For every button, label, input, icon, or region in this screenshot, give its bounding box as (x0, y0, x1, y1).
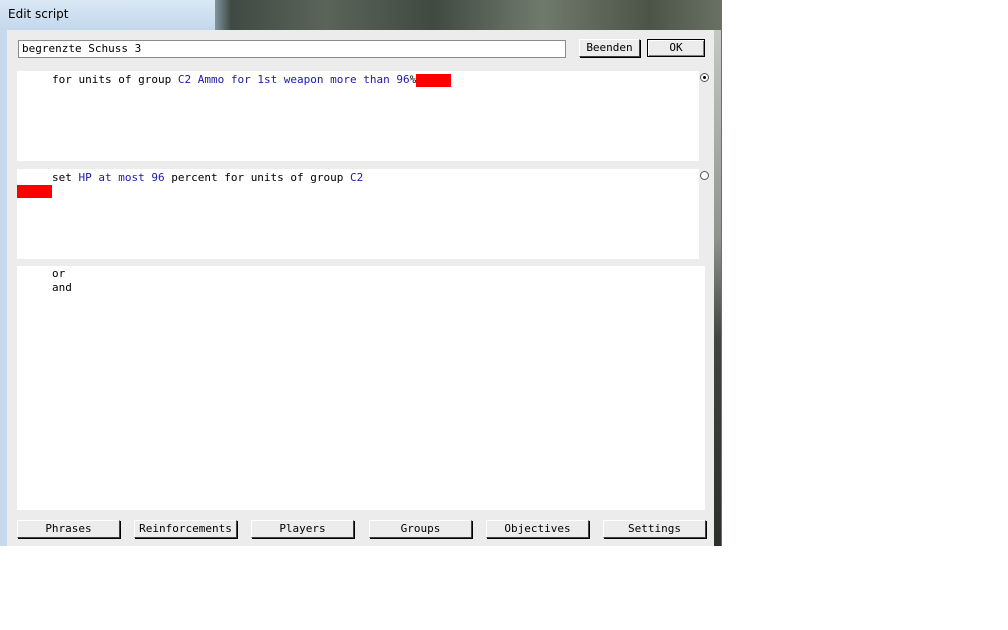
operator-and[interactable]: and (52, 281, 72, 295)
action-insert-line (17, 184, 52, 198)
tab-phrases[interactable]: Phrases (17, 520, 120, 538)
window-title: Edit script (8, 7, 69, 21)
tab-groups[interactable]: Groups (369, 520, 472, 538)
action-value[interactable]: HP at most 96 (79, 171, 165, 184)
action-group[interactable]: C2 (350, 171, 363, 184)
action-insert-marker[interactable] (17, 185, 52, 198)
operators-panel[interactable]: or and (17, 266, 705, 510)
condition-prefix: for units of group (52, 73, 172, 86)
window-frame-right (714, 30, 721, 546)
condition-detail[interactable]: Ammo for 1st weapon more than 96 (198, 73, 410, 86)
condition-group[interactable]: C2 (178, 73, 191, 86)
condition-suffix: % (409, 73, 417, 86)
conditions-panel[interactable]: for units of group C2 Ammo for 1st weapo… (17, 71, 699, 161)
edit-script-window: Edit script begrenzte Schuss 3 Beenden O… (0, 0, 722, 546)
condition-insert-marker[interactable] (416, 73, 452, 87)
tab-reinforcements[interactable]: Reinforcements (134, 520, 237, 538)
tab-objectives[interactable]: Objectives (486, 520, 589, 538)
tab-settings[interactable]: Settings (603, 520, 706, 538)
condition-line[interactable]: for units of group C2 Ammo for 1st weapo… (52, 73, 452, 87)
title-bar[interactable]: Edit script (0, 0, 721, 30)
action-line[interactable]: set HP at most 96 percent for units of g… (52, 171, 363, 185)
tab-players[interactable]: Players (251, 520, 354, 538)
script-name-input[interactable]: begrenzte Schuss 3 (18, 40, 566, 58)
conditions-radio[interactable] (700, 73, 709, 82)
beenden-button[interactable]: Beenden (579, 39, 640, 57)
operator-or[interactable]: or (52, 267, 65, 281)
actions-panel[interactable]: set HP at most 96 percent for units of g… (17, 169, 699, 259)
action-middle: percent for units of group (171, 171, 344, 184)
ok-button[interactable]: OK (647, 39, 705, 57)
window-frame-left (0, 30, 7, 546)
actions-radio[interactable] (700, 171, 709, 180)
action-prefix: set (52, 171, 72, 184)
